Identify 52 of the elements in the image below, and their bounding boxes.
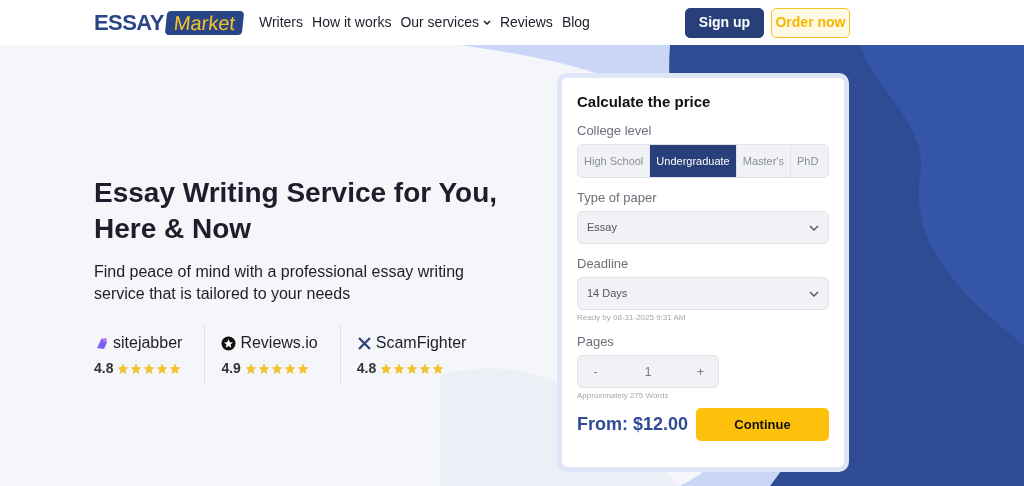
star-icon: [393, 362, 406, 375]
cross-icon: [356, 335, 372, 351]
nav-link[interactable]: How it works: [312, 12, 392, 33]
star-icon: [283, 362, 296, 375]
field-label: Deadline: [577, 256, 630, 272]
star-icon: [117, 362, 130, 375]
helper-text: Approximately 275 Words: [577, 390, 670, 402]
increment-button[interactable]: +: [693, 362, 708, 381]
star-logo-icon: [94, 335, 109, 351]
review-site-name: Reviews.io: [240, 333, 318, 353]
star-icon: [143, 362, 156, 375]
field-label: College level: [577, 123, 653, 139]
star-badge-icon: [221, 335, 237, 351]
chevron-down-icon: [482, 20, 491, 25]
star-icon: [169, 362, 182, 375]
star-icon: [156, 362, 169, 375]
star-icon: [406, 362, 419, 375]
star-icon: [380, 362, 393, 375]
college-level-tab[interactable]: Undergraduate: [649, 145, 736, 177]
dropdown[interactable]: 14 Days: [577, 277, 829, 310]
pages-value: 1: [644, 363, 652, 381]
review-site-name: sitejabber: [113, 333, 183, 353]
nav-link[interactable]: Blog: [561, 12, 590, 33]
star-icon: [244, 362, 257, 375]
helper-text: Ready by 08-31-2025 9:31 AM: [577, 312, 687, 324]
decrement-button[interactable]: -: [588, 362, 603, 381]
star-icon: [419, 362, 432, 375]
dropdown[interactable]: Essay: [577, 211, 829, 244]
star-icon: [432, 362, 445, 375]
star-icon: [257, 362, 270, 375]
rating-score: 4.8: [94, 359, 114, 378]
star-icon: [130, 362, 143, 375]
card-title: Calculate the price: [577, 93, 712, 111]
star-icon: [296, 362, 309, 375]
review-site-name: ScamFighter: [375, 333, 467, 353]
field-label: Pages: [577, 334, 615, 350]
star-icon: [270, 362, 283, 375]
nav-link[interactable]: Reviews: [499, 12, 553, 33]
rating-score: 4.9: [221, 359, 241, 378]
field-label: Type of paper: [577, 190, 658, 206]
nav-link[interactable]: Our services: [400, 12, 491, 33]
hero-subtitle: Find peace of mind with a professional essay writing service that is tailored to your needs: [94, 262, 464, 304]
hero-title: Essay Writing Service for You, Here & Now: [94, 176, 499, 246]
rating-score: 4.8: [356, 359, 377, 378]
logo-badge[interactable]: Market: [164, 10, 245, 35]
nav-link[interactable]: Writers: [258, 12, 304, 33]
signup-button[interactable]: Sign up: [685, 7, 764, 38]
continue-button[interactable]: Continue: [696, 408, 829, 441]
chevron-down-icon: [809, 290, 819, 297]
chevron-down-icon: [809, 224, 819, 231]
logo-text[interactable]: ESSAY: [94, 6, 164, 39]
price-text: From: $12.00: [577, 413, 689, 436]
